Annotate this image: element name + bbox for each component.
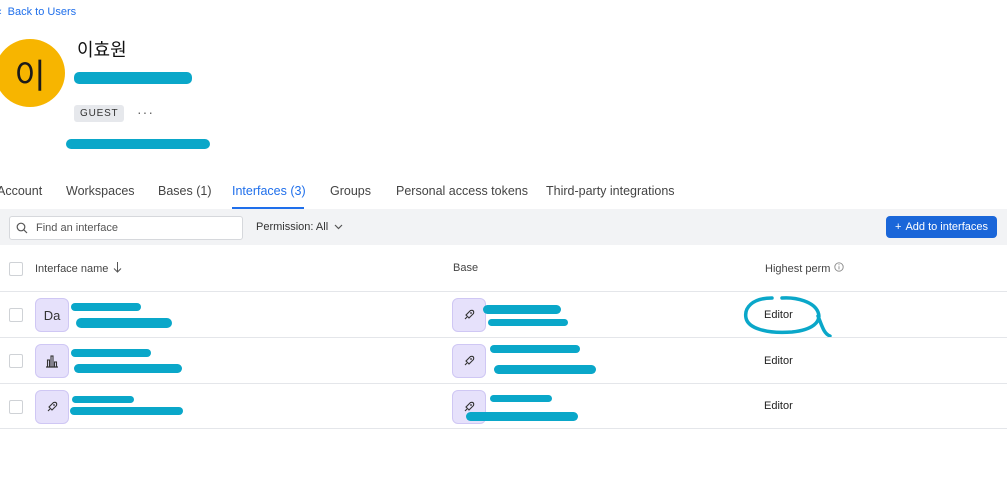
permission-filter-dropdown[interactable]: Permission: All [256, 221, 343, 233]
chevron-down-icon [334, 221, 343, 233]
redacted-base-id [488, 319, 568, 326]
row-checkbox[interactable] [9, 354, 23, 368]
tab-third-party-integrations[interactable]: Third-party integrations [546, 184, 675, 198]
row-checkbox[interactable] [9, 400, 23, 414]
select-all-checkbox[interactable] [9, 262, 23, 276]
column-header-highest-perm: Highest perm [765, 262, 845, 275]
redacted-subtext [70, 407, 183, 415]
bar-chart-icon [35, 344, 69, 378]
divider [0, 428, 1007, 429]
search-box [9, 216, 243, 240]
plus-icon: + [895, 221, 902, 233]
redacted-email [74, 72, 192, 84]
tab-interfaces[interactable]: Interfaces (3) [232, 184, 306, 198]
redacted-subtext [76, 318, 172, 328]
permission-value: Editor [764, 355, 793, 367]
header-label: Highest perm [765, 262, 831, 275]
rocket-icon [452, 344, 486, 378]
header-label: Interface name [35, 263, 109, 275]
more-options-button[interactable]: ··· [137, 104, 154, 120]
redacted-detail [66, 139, 210, 149]
info-icon[interactable] [834, 262, 845, 275]
search-input[interactable] [34, 221, 228, 235]
redacted-base-name [483, 305, 561, 314]
tab-account[interactable]: Account [0, 184, 42, 198]
permission-value: Editor [764, 400, 793, 412]
redacted-name [71, 349, 151, 357]
redacted-base-name [490, 395, 552, 402]
redacted-name [72, 396, 134, 403]
interface-icon-initials: Da [35, 298, 69, 332]
avatar-initial: 이 [14, 57, 46, 96]
tab-bases[interactable]: Bases (1) [158, 184, 212, 198]
add-to-interfaces-button[interactable]: + Add to interfaces [886, 216, 997, 238]
redacted-name [71, 303, 141, 311]
column-header-base: Base [453, 262, 479, 274]
permission-filter-label: Permission: All [256, 221, 329, 233]
row-checkbox[interactable] [9, 308, 23, 322]
hand-drawn-circle-annotation [743, 296, 832, 338]
add-button-label: Add to interfaces [905, 221, 988, 233]
column-header-interface-name[interactable]: Interface name [35, 262, 122, 276]
user-name: 이효원 [77, 40, 127, 60]
rocket-icon [35, 390, 69, 424]
back-to-users-link[interactable]: ‹ Back to Users [0, 6, 76, 18]
role-badge: GUEST [74, 105, 125, 122]
redacted-base-id [494, 365, 596, 374]
tab-bar: Account Workspaces Bases (1) Interfaces … [0, 184, 1007, 209]
avatar: 이 [0, 39, 65, 107]
divider [0, 337, 1007, 338]
rocket-icon [452, 298, 486, 332]
redacted-base-id [466, 412, 578, 421]
sort-arrow-icon [113, 262, 122, 276]
redacted-subtext [74, 364, 182, 373]
interface-initials: Da [43, 307, 61, 323]
redacted-base-name [490, 345, 580, 353]
divider [0, 383, 1007, 384]
back-link-label: Back to Users [7, 6, 77, 18]
divider [0, 291, 1007, 292]
tab-personal-access-tokens[interactable]: Personal access tokens [396, 184, 528, 198]
chevron-left-icon: ‹ [0, 6, 2, 18]
tab-groups[interactable]: Groups [330, 184, 371, 198]
search-icon [10, 222, 34, 234]
tab-workspaces[interactable]: Workspaces [66, 184, 135, 198]
